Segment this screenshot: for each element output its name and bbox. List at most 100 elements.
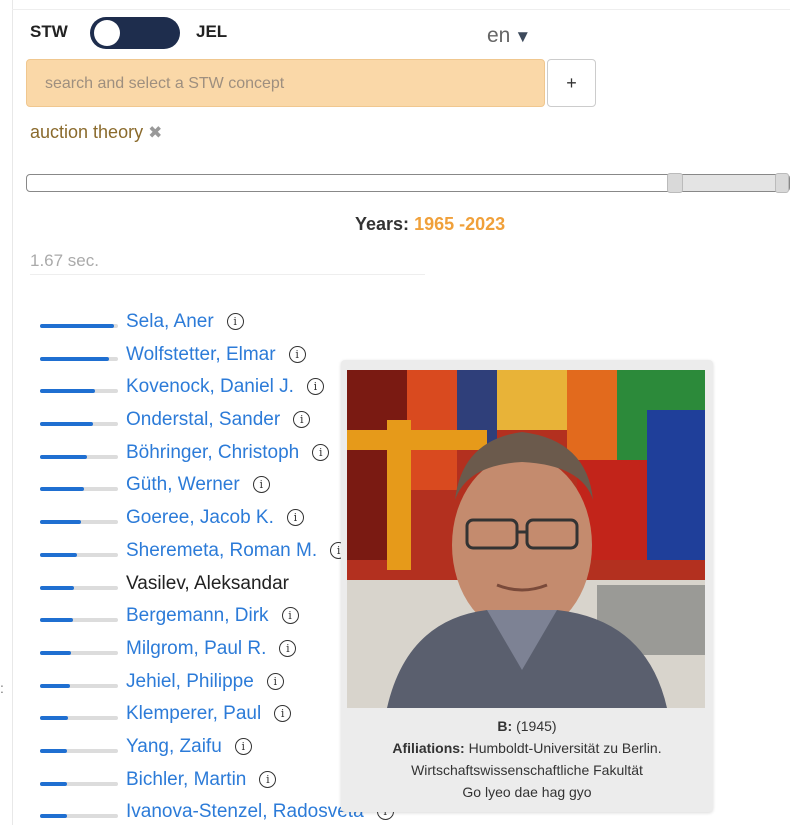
author-name-text: Güth, Werner — [126, 474, 240, 496]
author-name[interactable]: Wolfstetter, Elmar i — [126, 344, 306, 366]
relevance-bar — [40, 618, 118, 623]
author-name[interactable]: Goeree, Jacob K. i — [126, 507, 304, 529]
author-name-text: Ivanova-Stenzel, Radosveta — [126, 801, 364, 823]
author-name-text: Milgrom, Paul R. — [126, 637, 267, 659]
author-name[interactable]: Güth, Werner i — [126, 474, 270, 496]
info-icon[interactable]: i — [286, 509, 304, 527]
search-placeholder: search and select a STW concept — [45, 75, 285, 92]
author-name-text: Yang, Zaifu — [126, 735, 222, 757]
relevance-fill — [40, 487, 84, 492]
author-name[interactable]: Jehiel, Philippe i — [126, 671, 284, 693]
remove-concept-icon[interactable]: ✖ — [148, 123, 162, 142]
author-name[interactable]: Böhringer, Christoph i — [126, 441, 330, 464]
toggle-knob — [94, 20, 120, 46]
affiliation-line: Afiliations: Humboldt-Universität zu Ber… — [341, 737, 713, 759]
tooltip-caption: B: (1945) Afiliations: Humboldt-Universi… — [341, 715, 713, 803]
author-name[interactable]: Sela, Aner i — [126, 311, 244, 333]
author-name[interactable]: Klemperer, Paul i — [126, 703, 292, 725]
author-name[interactable]: Yang, Zaifu i — [126, 736, 252, 758]
author-name[interactable]: Sheremeta, Roman M. i — [126, 539, 348, 562]
info-icon[interactable]: i — [312, 443, 330, 461]
relevance-bar — [40, 324, 118, 328]
slider-handle-end[interactable] — [775, 173, 789, 193]
slider-handle-start[interactable] — [667, 173, 683, 193]
author-name-text: Kovenock, Daniel J. — [126, 376, 294, 398]
author-tooltip: B: (1945) Afiliations: Humboldt-Universi… — [341, 360, 713, 812]
info-icon[interactable]: i — [279, 639, 297, 657]
relevance-fill — [40, 683, 70, 688]
info-icon[interactable]: i — [306, 378, 324, 396]
vocabulary-toggle[interactable] — [90, 17, 180, 49]
author-name-text: Goeree, Jacob K. — [126, 507, 274, 529]
slider-selected-range — [677, 175, 789, 191]
info-icon[interactable]: i — [274, 705, 292, 723]
years-label: Years: — [355, 214, 410, 234]
info-icon[interactable]: i — [288, 345, 306, 363]
relevance-fill — [40, 422, 94, 427]
author-name-text: Bichler, Martin — [126, 768, 247, 790]
relevance-fill — [40, 356, 109, 361]
year-range-slider[interactable] — [26, 173, 790, 193]
relevance-fill — [40, 814, 67, 819]
query-time: 1.67 sec. — [30, 251, 99, 270]
relevance-fill — [40, 618, 73, 623]
caret-down-icon: ▼ — [514, 27, 532, 46]
info-icon[interactable]: i — [234, 737, 252, 755]
concept-search-input[interactable]: search and select a STW concept — [26, 59, 545, 107]
relevance-fill — [40, 748, 67, 753]
relevance-bar — [40, 356, 118, 361]
author-name[interactable]: Kovenock, Daniel J. i — [126, 376, 324, 398]
relevance-bar — [40, 487, 118, 492]
affiliation-value: Humboldt-Universität zu Berlin. — [468, 740, 662, 756]
concept-label: auction theory — [30, 122, 144, 142]
info-icon[interactable]: i — [252, 476, 270, 494]
relevance-bar — [40, 585, 118, 590]
add-concept-button[interactable]: + — [547, 59, 596, 107]
relevance-bar — [40, 552, 118, 557]
author-name-text: Onderstal, Sander — [126, 409, 281, 431]
relevance-bar — [40, 683, 118, 688]
relevance-fill — [40, 389, 95, 394]
author-name-text: Wolfstetter, Elmar — [126, 343, 276, 365]
relevance-bar — [40, 716, 118, 721]
relevance-bar — [40, 422, 118, 427]
panel-top-border — [12, 9, 790, 10]
author-name-text: Sela, Aner — [126, 311, 214, 332]
author-name-text: Jehiel, Philippe — [126, 670, 254, 692]
language-select[interactable]: en ▼ — [487, 24, 531, 48]
author-name: Vasilev, Aleksandar — [126, 573, 289, 595]
author-name[interactable]: Milgrom, Paul R. i — [126, 637, 297, 660]
author-name-text: Klemperer, Paul — [126, 703, 262, 725]
born-label: B: — [497, 718, 513, 734]
info-icon[interactable]: i — [293, 411, 311, 429]
relevance-fill — [40, 716, 69, 721]
info-icon[interactable]: i — [266, 672, 284, 690]
relevance-bar — [40, 389, 118, 394]
born-value: (1945) — [516, 718, 557, 734]
ellipsis-marker: : — [0, 680, 4, 696]
author-name[interactable]: Bergemann, Dirk i — [126, 605, 299, 627]
relevance-bar — [40, 650, 118, 655]
relevance-bar — [40, 814, 118, 819]
relevance-fill — [40, 650, 72, 655]
affiliations-label: Afiliations: — [392, 740, 465, 756]
years-display: Years: 1965 -2023 — [355, 214, 505, 235]
info-icon[interactable]: i — [281, 607, 299, 625]
relevance-fill — [40, 781, 67, 786]
relevance-bar — [40, 748, 118, 753]
info-icon[interactable]: i — [259, 770, 277, 788]
author-name-text: Böhringer, Christoph — [126, 441, 300, 463]
relevance-fill — [40, 585, 75, 590]
years-value: 1965 -2023 — [414, 214, 506, 234]
relevance-fill — [40, 520, 81, 525]
relevance-bar — [40, 781, 118, 786]
panel-left-border — [12, 0, 13, 825]
affiliation-line-2: Wirtschaftswissenschaftliche Fakultät — [411, 762, 643, 778]
info-icon[interactable]: i — [226, 313, 244, 330]
relevance-fill — [40, 324, 115, 328]
author-name[interactable]: Onderstal, Sander i — [126, 409, 311, 431]
birth-line: B: (1945) — [341, 715, 713, 737]
author-name[interactable]: Bichler, Martin i — [126, 768, 277, 791]
author-name-text: Sheremeta, Roman M. — [126, 539, 318, 561]
relevance-bar — [40, 520, 118, 525]
